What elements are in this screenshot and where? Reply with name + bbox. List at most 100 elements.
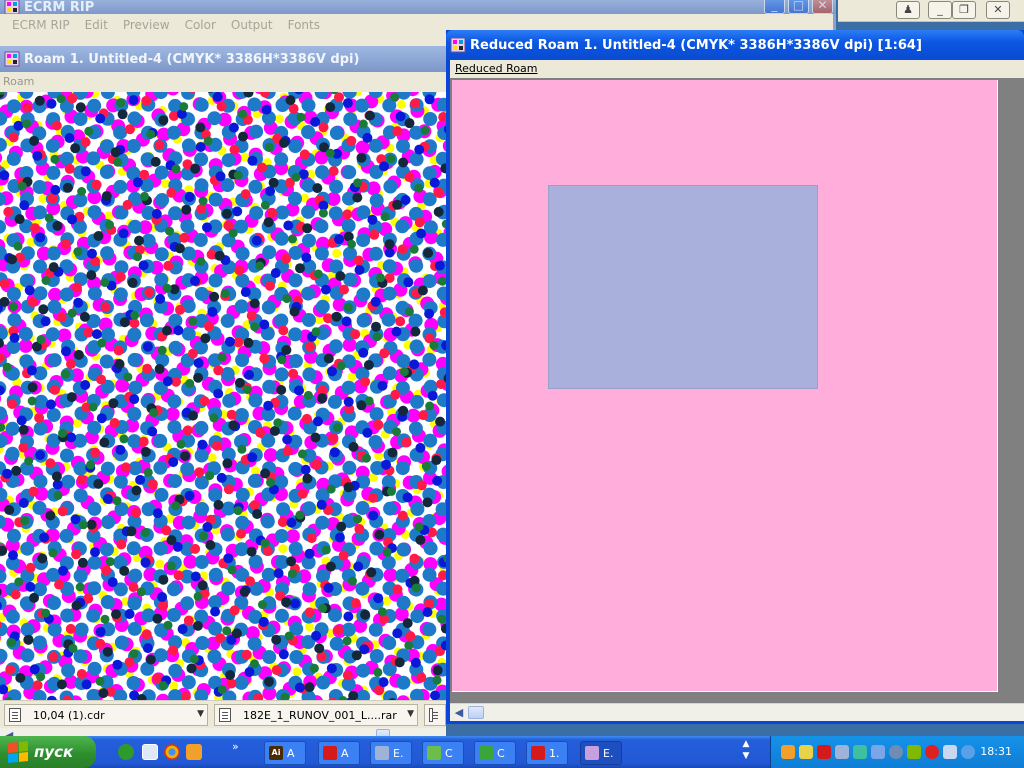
close-button[interactable]: ✕ — [986, 1, 1010, 19]
halftone-dot — [47, 622, 62, 637]
halftone-preview-canvas[interactable] — [0, 92, 446, 726]
halftone-dot — [301, 313, 316, 327]
halftone-dot — [145, 654, 156, 665]
menu-fonts[interactable]: Fonts — [288, 18, 320, 32]
quicklaunch-expand-icon[interactable]: » — [232, 740, 239, 753]
warning-icon[interactable] — [925, 745, 939, 759]
halftone-dot — [24, 285, 35, 296]
chevron-down-icon[interactable]: ▼ — [197, 709, 204, 719]
document-tab[interactable]: 10,04 (1).cdr ▼ — [4, 704, 208, 726]
halftone-dot — [56, 679, 67, 690]
reduced-page-preview[interactable] — [452, 80, 998, 692]
tray-app-icon[interactable] — [889, 745, 903, 759]
halftone-dot — [310, 432, 321, 443]
halftone-dot — [199, 396, 210, 407]
network-icon[interactable] — [871, 745, 885, 759]
tray-app-icon[interactable] — [907, 745, 921, 759]
reduced-horizontal-scrollbar[interactable]: ◀ — [450, 703, 1024, 721]
taskbar-button[interactable]: E. — [370, 741, 412, 765]
halftone-dot — [0, 648, 8, 663]
tray-app-icon[interactable] — [781, 745, 795, 759]
start-button[interactable]: пуск — [0, 736, 96, 768]
halftone-dot — [71, 600, 82, 611]
utorrent-icon[interactable] — [118, 744, 134, 760]
halftone-dot — [316, 499, 327, 510]
halftone-dot — [153, 433, 168, 448]
menu-reduced-roam[interactable]: Reduced Roam — [455, 62, 538, 75]
halftone-dot — [74, 622, 89, 637]
halftone-dot — [358, 119, 368, 129]
halftone-dot — [207, 111, 222, 126]
halftone-dot — [364, 396, 374, 406]
taskbar-scroll-arrows[interactable]: ▲ ▼ — [738, 738, 754, 766]
ecrm-minimize-button[interactable]: _ — [764, 0, 785, 14]
user-icon[interactable]: ♟ — [896, 1, 920, 19]
ecrm-maximize-button[interactable]: □ — [788, 0, 809, 14]
halftone-dot — [316, 675, 331, 690]
halftone-dot — [332, 423, 342, 432]
menu-ecrm-rip[interactable]: ECRM RIP — [12, 18, 70, 32]
halftone-dot — [194, 555, 209, 569]
halftone-dot — [297, 488, 308, 499]
halftone-dot — [325, 148, 335, 158]
roam-title-bar[interactable]: Roam 1. Untitled-4 (CMYK* 3386H*3386V dp… — [0, 46, 452, 72]
halftone-dot — [369, 541, 384, 556]
halftone-dot — [382, 547, 392, 557]
roam-viewport-rectangle[interactable] — [548, 185, 818, 389]
scroll-left-icon[interactable]: ◀ — [451, 705, 467, 721]
document-tab[interactable] — [424, 704, 446, 726]
halftone-dot — [329, 447, 340, 458]
tray-app-icon[interactable] — [799, 745, 813, 759]
top-right-controls: ♟ _ ❐ ✕ — [838, 0, 1024, 22]
reduced-scroll-thumb[interactable] — [468, 706, 484, 719]
show-desktop-icon[interactable] — [142, 744, 158, 760]
taskbar-button[interactable]: A — [318, 741, 360, 765]
halftone-dot — [281, 597, 292, 608]
halftone-dot — [317, 393, 328, 404]
menu-output[interactable]: Output — [231, 18, 273, 32]
halftone-dot — [18, 326, 33, 341]
taskbar-button[interactable]: Ai A — [264, 741, 306, 765]
halftone-dot — [377, 380, 388, 391]
halftone-dot — [68, 643, 78, 653]
minimize-button[interactable]: _ — [928, 1, 952, 19]
halftone-dot — [150, 156, 161, 167]
halftone-dot — [397, 244, 408, 255]
halftone-dot — [415, 535, 426, 545]
app-quicklaunch-icon[interactable] — [186, 744, 202, 760]
document-tab[interactable]: 182E_1_RUNOV_001_L....rar ▼ — [214, 704, 418, 726]
taskbar-button[interactable]: C — [474, 741, 516, 765]
halftone-dot — [405, 631, 416, 642]
chevron-down-icon[interactable]: ▼ — [407, 709, 414, 719]
acrobat-tray-icon[interactable] — [817, 745, 831, 759]
halftone-dot — [18, 498, 29, 508]
tray-app-icon[interactable] — [943, 745, 957, 759]
menu-roam[interactable]: Roam — [3, 75, 34, 88]
halftone-dot — [127, 327, 142, 342]
menu-preview[interactable]: Preview — [123, 18, 170, 32]
taskbar-button[interactable]: E. — [580, 741, 622, 765]
chrome-icon[interactable] — [164, 744, 180, 760]
halftone-dot — [208, 192, 223, 207]
taskbar: пуск » Ai A A E. C C 1. E. ▲ ▼ 18:31 — [0, 736, 1024, 768]
halftone-dot — [81, 679, 92, 690]
halftone-dot — [379, 161, 389, 172]
halftone-dot — [395, 111, 406, 122]
reduced-roam-title-bar[interactable]: Reduced Roam 1. Untitled-4 (CMYK* 3386H*… — [446, 30, 1024, 60]
restore-button[interactable]: ❐ — [952, 1, 976, 19]
taskbar-button[interactable]: 1. — [526, 741, 568, 765]
taskbar-button[interactable]: C — [422, 741, 464, 765]
ecrm-close-button[interactable]: ✕ — [812, 0, 833, 14]
volume-icon[interactable] — [835, 745, 849, 759]
menu-edit[interactable]: Edit — [85, 18, 108, 32]
tray-app-icon[interactable] — [853, 745, 867, 759]
ecrm-title-bar[interactable]: ECRM RIP — [0, 0, 836, 14]
halftone-dot — [299, 149, 310, 160]
halftone-dot — [294, 385, 304, 396]
halftone-dot — [262, 245, 277, 260]
halftone-dot — [329, 179, 344, 194]
tray-app-icon[interactable] — [961, 745, 975, 759]
roam-app-icon — [4, 51, 20, 67]
menu-color[interactable]: Color — [185, 18, 216, 32]
halftone-dot — [401, 437, 412, 448]
